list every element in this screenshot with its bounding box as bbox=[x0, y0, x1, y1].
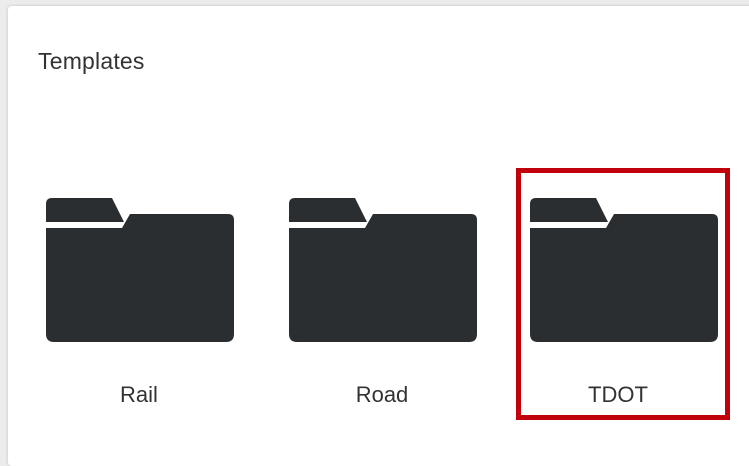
folder-icon bbox=[46, 198, 234, 342]
section-title: Templates bbox=[38, 48, 145, 74]
template-label-rail: Rail bbox=[120, 382, 158, 407]
template-label-tdot: TDOT bbox=[588, 382, 648, 407]
folder-icon bbox=[289, 198, 477, 342]
template-label-road: Road bbox=[355, 382, 409, 407]
template-tile-rail[interactable]: Rail bbox=[32, 168, 246, 420]
template-tile-road[interactable]: Road bbox=[275, 168, 489, 420]
folder-icon bbox=[530, 198, 718, 342]
template-tile-tdot[interactable]: TDOT bbox=[516, 168, 730, 420]
